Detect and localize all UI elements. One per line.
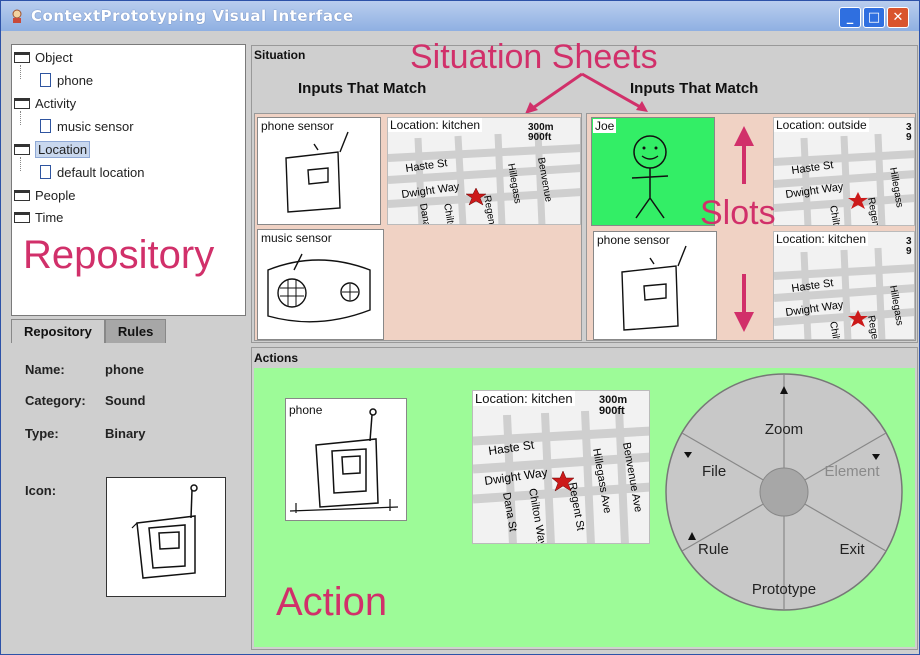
map-location-label: Location: kitchen (473, 391, 575, 406)
tree-node-music-sensor[interactable]: music sensor (40, 117, 134, 135)
street-map-icon: Haste St Dwight Way Hillegass Chilton Re… (774, 118, 914, 225)
folder-icon (14, 97, 30, 109)
slot-phone-sensor-2[interactable]: phone sensor (593, 231, 717, 340)
pie-item-element[interactable]: Element (824, 463, 880, 480)
folder-icon (14, 51, 30, 63)
pie-menu[interactable]: Zoom File Element Rule Exit Prototype (664, 372, 904, 612)
document-icon (40, 119, 51, 133)
map-scale: 300m 900ft (528, 122, 554, 143)
slot-label: phone sensor (259, 119, 336, 133)
slot-music-sensor[interactable]: music sensor (257, 229, 384, 340)
action-location-map[interactable]: Haste St Dwight Way Hillegass Ave Benven… (472, 390, 650, 544)
tree-node-location[interactable]: Location (14, 140, 91, 158)
location-map-kitchen[interactable]: Haste St Dwight Way Hillegass Benvenue D… (387, 117, 581, 225)
app-window: ContextPrototyping Visual Interface _ □ … (0, 0, 920, 655)
name-value: phone (105, 362, 144, 377)
sketch-label: phone (287, 403, 325, 417)
pie-item-prototype[interactable]: Prototype (752, 581, 816, 598)
map-location-label: Location: kitchen (388, 118, 483, 132)
tab-repository[interactable]: Repository (11, 319, 105, 343)
map-location-label: Location: kitchen (774, 232, 869, 246)
map-location-label: Location: outside (774, 118, 869, 132)
type-value: Binary (105, 426, 146, 441)
repository-annotation: Repository (23, 233, 215, 277)
slot-joe[interactable]: Joe (591, 117, 715, 226)
tab-rules[interactable]: Rules (104, 319, 167, 343)
pie-item-exit[interactable]: Exit (839, 541, 865, 558)
location-map-kitchen-2[interactable]: Haste St Dwight Way Hillegass Chilton Re… (773, 231, 915, 340)
category-label: Category: (25, 393, 86, 408)
tree-node-people[interactable]: People (14, 186, 75, 204)
situation-title: Situation (254, 48, 306, 62)
left-inputs-header: Inputs That Match (298, 80, 427, 97)
close-button[interactable]: ✕ (887, 7, 909, 28)
slot-label: Joe (593, 119, 617, 133)
window-title: ContextPrototyping Visual Interface (31, 7, 354, 25)
folder-icon (14, 189, 30, 201)
tree-node-phone[interactable]: phone (40, 71, 93, 89)
tree-node-object[interactable]: Object (14, 48, 73, 66)
action-area[interactable]: phone Haste St Dwight Way Hillegass Ave … (254, 368, 915, 647)
app-logo-icon (12, 9, 22, 23)
phone-sketch-icon (131, 484, 198, 579)
street-map-icon: Haste St Dwight Way Hillegass Chilton Re… (774, 232, 914, 339)
pie-item-rule[interactable]: Rule (698, 541, 729, 558)
phone-icon-preview (106, 477, 226, 597)
situation-sheet-1[interactable]: phone sensor music sensor Haste St Dwigh… (254, 113, 582, 341)
slot-phone-sensor[interactable]: phone sensor (257, 117, 381, 225)
tree-node-activity[interactable]: Activity (14, 94, 76, 112)
slot-label: music sensor (259, 231, 334, 245)
phone-sketch-icon (621, 245, 687, 331)
slots-annotation: Slots (700, 194, 776, 232)
situation-panel: Situation Inputs That Match Inputs That … (251, 38, 918, 343)
maximize-button[interactable]: □ (863, 7, 885, 28)
actions-title: Actions (254, 351, 299, 365)
document-icon (40, 73, 51, 87)
minimize-button[interactable]: _ (839, 7, 861, 28)
music-sensor-sketch-icon (267, 253, 371, 323)
action-phone-sketch[interactable]: phone (285, 398, 407, 521)
tree-node-default-location[interactable]: default location (40, 163, 144, 181)
pie-item-file[interactable]: File (702, 463, 726, 480)
icon-label: Icon: (25, 483, 57, 498)
slot-label: phone sensor (595, 233, 672, 247)
document-icon (40, 165, 51, 179)
phone-sketch-icon (285, 131, 349, 213)
stick-figure-icon (631, 135, 669, 219)
tab-bar: Repository Rules (11, 319, 167, 343)
tree-node-time[interactable]: Time (14, 208, 63, 226)
map-scale: 39 (906, 122, 912, 143)
map-scale: 300m 900ft (599, 394, 628, 417)
folder-icon (14, 143, 30, 155)
phone-sketch-icon (289, 408, 399, 513)
map-scale: 39 (906, 236, 912, 257)
title-bar: ContextPrototyping Visual Interface (1, 1, 919, 31)
category-value: Sound (105, 393, 146, 408)
pie-item-zoom[interactable]: Zoom (765, 421, 803, 438)
type-label: Type: (25, 426, 59, 441)
name-label: Name: (25, 362, 65, 377)
action-annotation: Action (276, 580, 388, 624)
folder-icon (14, 211, 30, 223)
location-map-outside[interactable]: Haste St Dwight Way Hillegass Chilton Re… (773, 117, 915, 226)
actions-panel: Actions phone Haste St Dwight Way Hilleg… (251, 347, 918, 650)
